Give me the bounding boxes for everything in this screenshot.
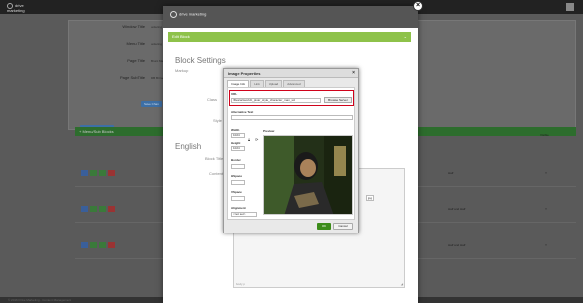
url-input[interactable]: /files/artwork/it_pixar_style_character_… [231, 98, 321, 103]
cancel-button[interactable]: Cancel [333, 223, 353, 230]
browse-server-button[interactable]: Browse Server [324, 97, 352, 103]
lock-icon[interactable]: 🔒︎ [248, 137, 250, 142]
dialog-title: Image Properties [224, 69, 358, 78]
height-input[interactable]: 1024 [231, 146, 245, 151]
block-settings-title: Block Settings [175, 56, 226, 65]
modal-logo: drive marketing [170, 11, 206, 18]
vspace-input[interactable] [231, 196, 245, 201]
close-icon[interactable]: × [413, 1, 423, 11]
image-preview [263, 135, 353, 215]
app-logo[interactable]: drive marketing [7, 3, 37, 12]
alt-text-input[interactable] [231, 115, 353, 120]
edit-button[interactable] [81, 206, 88, 212]
hspace-input[interactable] [231, 180, 245, 185]
alignment-select[interactable]: <not set> [231, 212, 257, 217]
edit-button[interactable] [81, 242, 88, 248]
close-icon[interactable]: × [352, 69, 355, 78]
move-button[interactable] [90, 170, 97, 176]
image-properties-dialog: Image Properties × Image Info Link Upload A… [223, 68, 359, 233]
delete-button[interactable] [108, 206, 115, 212]
chevron-down-icon: ⌄ [403, 34, 407, 39]
dialog-footer: OK Cancel [224, 221, 358, 233]
menu-icon[interactable] [566, 3, 574, 11]
copy-button[interactable] [99, 206, 106, 212]
english-title: English [175, 142, 202, 151]
delete-button[interactable] [108, 242, 115, 248]
border-input[interactable] [231, 164, 245, 169]
logo-icon [170, 11, 177, 18]
resize-handle-icon[interactable]: ◢ [401, 282, 403, 286]
edit-button[interactable] [81, 170, 88, 176]
edit-block-bar[interactable]: Edit Block ⌄ [168, 32, 411, 42]
dialog-body: URL /files/artwork/it_pixar_style_charac… [227, 87, 355, 220]
ok-button[interactable]: OK [317, 223, 331, 230]
copy-button[interactable] [99, 170, 106, 176]
modal-header: drive marketing [163, 6, 418, 28]
delete-button[interactable] [108, 170, 115, 176]
reset-size-icon[interactable]: ⟳ [255, 137, 258, 142]
preview-image [264, 136, 352, 214]
width-input[interactable]: 1024 [231, 133, 245, 138]
dialog-tabs: Image Info Link Upload Advanced [227, 80, 306, 88]
editor-status: body p [236, 282, 246, 286]
move-button[interactable] [90, 206, 97, 212]
save-changes-button[interactable]: Save Chan [141, 101, 162, 107]
move-button[interactable] [90, 242, 97, 248]
copy-button[interactable] [99, 242, 106, 248]
